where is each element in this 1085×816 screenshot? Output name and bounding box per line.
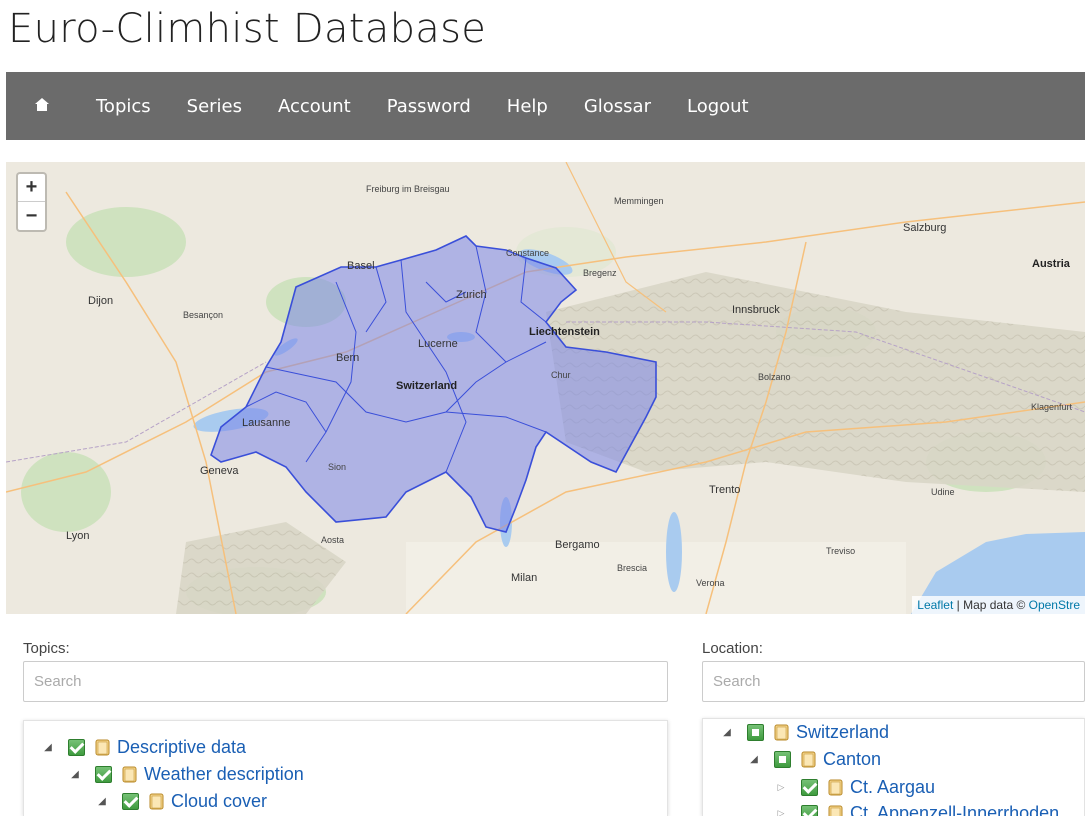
tree-node-label[interactable]: Canton [823,749,881,770]
topics-search-input[interactable] [23,661,668,702]
map-label-bolzano: Bolzano [758,372,791,382]
tree-node-ct-appenzell-innerrhoden: ▷ Ct. Appenzell-Innerrhoden [775,801,1059,816]
checkbox[interactable] [801,804,818,816]
expand-toggle-icon[interactable]: ◢ [721,727,733,738]
map-label-bern: Bern [336,352,360,364]
map-label-freiburg: Freiburg im Breisgau [366,184,450,194]
tree-node-switzerland: ◢ Switzerland [721,720,889,744]
map-label-salzburg: Salzburg [903,222,947,234]
map-label-klagenfurt: Klagenfurt [1031,402,1073,412]
map[interactable]: Switzerland Liechtenstein Austria Zurich… [6,162,1085,614]
tree-node-label[interactable]: Cloud cover [171,791,267,812]
nav-series[interactable]: Series [169,72,260,140]
location-label: Location: [702,640,763,657]
map-label-lausanne: Lausanne [242,417,291,429]
topics-label: Topics: [23,640,70,657]
folder-icon [828,805,843,816]
map-label-liechtenstein: Liechtenstein [529,326,600,338]
checkbox[interactable] [801,778,818,796]
tree-node-ct-aargau: ▷ Ct. Aargau [775,775,936,799]
map-label-brescia: Brescia [617,563,648,573]
expand-toggle-icon[interactable]: ◢ [748,754,760,765]
map-label-lyon: Lyon [66,530,90,542]
zoom-out-button[interactable]: − [18,202,45,230]
map-label-zurich: Zurich [456,289,487,301]
map-label-chur: Chur [551,370,571,380]
map-label-milan: Milan [511,572,538,584]
checkbox[interactable] [774,750,791,768]
location-search-input[interactable] [702,661,1085,702]
folder-icon [95,739,110,756]
location-tree: ◢ Switzerland ◢ Canton ▷ Ct. Aargau ▷ Ct… [702,718,1085,816]
map-label-basel: Basel [347,260,375,272]
expand-toggle-icon[interactable]: ◢ [69,769,81,780]
map-label-besancon: Besançon [183,310,224,320]
folder-icon [801,751,816,768]
map-label-treviso: Treviso [826,546,856,556]
main-navbar: Topics Series Account Password Help Glos… [6,72,1085,140]
nav-topics[interactable]: Topics [78,72,169,140]
map-label-austria: Austria [1032,258,1070,270]
map-attribution: Leaflet | Map data © OpenStre [912,596,1085,614]
tree-node-label[interactable]: Switzerland [796,722,889,743]
folder-icon [774,724,789,741]
map-label-bergamo: Bergamo [555,539,600,551]
zoom-in-button[interactable]: + [18,174,45,202]
checkbox[interactable] [747,723,764,741]
map-label-sion: Sion [328,462,347,472]
expand-toggle-icon[interactable]: ▷ [775,782,787,793]
checkbox[interactable] [95,765,112,783]
expand-toggle-icon[interactable]: ◢ [42,742,54,753]
map-label-switzerland: Switzerland [396,380,458,392]
map-label-geneva: Geneva [200,465,239,477]
map-label-aosta: Aosta [321,535,345,545]
folder-icon [149,793,164,810]
map-label-dijon: Dijon [88,295,114,307]
nav-home[interactable] [6,72,78,140]
attribution-text: | Map data © [953,598,1029,612]
map-label-constance: Constance [506,248,550,258]
tree-node-label[interactable]: Weather description [144,764,304,785]
tree-node-label[interactable]: Ct. Aargau [850,777,935,798]
map-label-trento: Trento [709,484,741,496]
leaflet-link[interactable]: Leaflet [917,598,953,612]
map-label-bregenz: Bregenz [583,268,617,278]
tree-node-label[interactable]: Ct. Appenzell-Innerrhoden [850,803,1059,816]
folder-icon [122,766,137,783]
tree-node-label[interactable]: Descriptive data [117,737,246,758]
checkbox[interactable] [68,738,85,756]
nav-password[interactable]: Password [369,72,489,140]
tree-node-canton: ◢ Canton [748,747,881,771]
expand-toggle-icon[interactable]: ▷ [775,808,787,816]
map-label-memmingen: Memmingen [614,196,664,206]
checkbox[interactable] [122,792,139,810]
topics-tree: ◢ Descriptive data ◢ Weather description… [23,720,668,816]
expand-toggle-icon[interactable]: ◢ [96,796,108,807]
map-label-verona: Verona [696,578,725,588]
map-label-innsbruck: Innsbruck [732,304,780,316]
zoom-control: + − [16,172,47,232]
map-label-lucerne: Lucerne [418,338,458,350]
nav-glossar[interactable]: Glossar [566,72,669,140]
map-label-udine: Udine [931,487,955,497]
tree-node-descriptive-data: ◢ Descriptive data [42,735,246,759]
nav-logout[interactable]: Logout [669,72,767,140]
home-icon [35,97,49,111]
nav-account[interactable]: Account [260,72,369,140]
tree-node-cloud-cover: ◢ Cloud cover [96,789,267,813]
osm-link[interactable]: OpenStre [1029,598,1080,612]
tree-node-weather-description: ◢ Weather description [69,762,304,786]
site-title: Euro-Climhist Database [8,6,487,52]
folder-icon [828,779,843,796]
nav-help[interactable]: Help [489,72,566,140]
